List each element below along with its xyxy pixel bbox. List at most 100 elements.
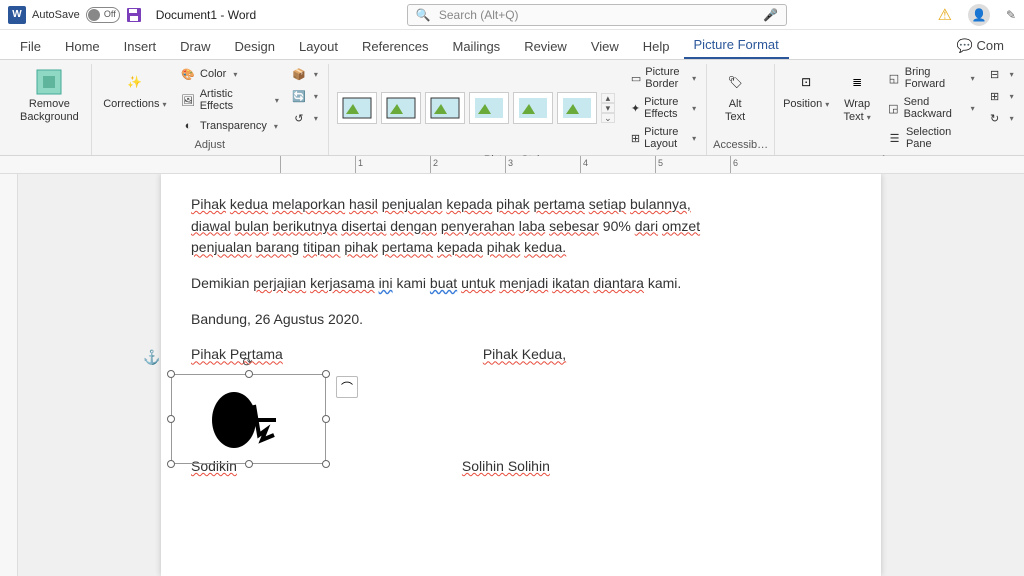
- tab-draw[interactable]: Draw: [170, 34, 220, 59]
- resize-handle[interactable]: [322, 415, 330, 423]
- change-picture-button[interactable]: 🔄: [287, 86, 322, 106]
- tab-mailings[interactable]: Mailings: [443, 34, 511, 59]
- wrap-text-button[interactable]: ≣Wrap Text: [835, 64, 879, 127]
- color-button[interactable]: 🎨Color: [176, 64, 283, 84]
- group-accessibility: 🏷 Alt Text Accessib…: [707, 64, 775, 155]
- warning-icon[interactable]: ⚠: [938, 5, 952, 25]
- search-placeholder: Search (Alt+Q): [439, 8, 755, 22]
- transparency-button[interactable]: ◐Transparency: [176, 116, 283, 136]
- tab-help[interactable]: Help: [633, 34, 680, 59]
- border-icon: ▭: [631, 70, 641, 86]
- tab-references[interactable]: References: [352, 34, 438, 59]
- style-thumb-3[interactable]: [425, 92, 465, 124]
- document-title: Document1 - Word: [156, 8, 256, 22]
- autosave-label: AutoSave: [32, 9, 80, 21]
- signature-labels-row: Pihak Pertama Pihak Kedua,: [191, 344, 851, 366]
- date-line[interactable]: Bandung, 26 Agustus 2020.: [191, 309, 851, 331]
- layout-options-button[interactable]: ⌒: [336, 376, 358, 398]
- wrap-icon: ≣: [843, 68, 871, 96]
- document-page[interactable]: Pihak kedua melaporkan hasil penjualan k…: [161, 174, 881, 576]
- search-icon: 🔍: [416, 8, 431, 22]
- save-icon[interactable]: [126, 7, 142, 23]
- change-pic-icon: 🔄: [291, 88, 307, 104]
- rotate-button[interactable]: ↻: [983, 108, 1018, 128]
- rotate-icon: ↻: [987, 110, 1003, 126]
- send-backward-button[interactable]: ◲Send Backward: [883, 94, 979, 122]
- access-group-label: Accessib…: [713, 137, 768, 155]
- party-1-label[interactable]: Pihak Pertama: [191, 344, 283, 366]
- picture-effects-button[interactable]: ✦Picture Effects: [627, 94, 700, 122]
- backward-icon: ◲: [887, 100, 899, 116]
- selection-pane-button[interactable]: ☰Selection Pane: [883, 124, 979, 152]
- alt-text-button[interactable]: 🏷 Alt Text: [713, 64, 757, 127]
- tab-home[interactable]: Home: [55, 34, 110, 59]
- tab-layout[interactable]: Layout: [289, 34, 348, 59]
- ribbon-tabs: File Home Insert Draw Design Layout Refe…: [0, 30, 1024, 60]
- reset-pic-icon: ↺: [291, 110, 307, 126]
- tab-comments[interactable]: 💬 Com: [947, 33, 1014, 59]
- paragraph-2[interactable]: Demikian perjajian kerjasama ini kami bu…: [191, 273, 851, 295]
- resize-handle[interactable]: [322, 370, 330, 378]
- page-area[interactable]: Pihak kedua melaporkan hasil penjualan k…: [18, 174, 1024, 576]
- ruler-horizontal[interactable]: 1 2 3 4 5 6: [0, 156, 1024, 174]
- style-thumb-1[interactable]: [337, 92, 377, 124]
- tab-design[interactable]: Design: [225, 34, 285, 59]
- style-thumb-2[interactable]: [381, 92, 421, 124]
- ruler-vertical[interactable]: [0, 174, 18, 576]
- style-thumb-4[interactable]: [469, 92, 509, 124]
- tab-review[interactable]: Review: [514, 34, 577, 59]
- group-arrange: ⊡Position ≣Wrap Text ◱Bring Forward ◲Sen…: [775, 64, 1024, 155]
- picture-styles-gallery[interactable]: ▴▾⌄: [335, 90, 615, 126]
- reset-picture-button[interactable]: ↺: [287, 108, 322, 128]
- signature-image: [204, 385, 294, 455]
- name-2[interactable]: Solihin Solihin: [462, 456, 550, 478]
- corrections-button[interactable]: ✨ Corrections: [98, 64, 172, 115]
- picture-layout-button[interactable]: ⊞Picture Layout: [627, 124, 700, 152]
- rotate-handle[interactable]: ⟳: [243, 355, 253, 369]
- anchor-icon[interactable]: ⚓: [143, 349, 160, 366]
- tab-view[interactable]: View: [581, 34, 629, 59]
- word-icon: W: [8, 6, 26, 24]
- tab-insert[interactable]: Insert: [114, 34, 167, 59]
- bring-forward-button[interactable]: ◱Bring Forward: [883, 64, 979, 92]
- corrections-icon: ✨: [121, 68, 149, 96]
- titlebar-right: ⚠ 👤 ✎: [938, 4, 1016, 26]
- group-adjust: ✨ Corrections 🎨Color 🖼Artistic Effects ◐…: [92, 64, 329, 155]
- resize-handle[interactable]: [245, 370, 253, 378]
- picture-border-button[interactable]: ▭Picture Border: [627, 64, 700, 92]
- autosave-toggle[interactable]: Off: [86, 7, 120, 23]
- style-thumb-5[interactable]: [513, 92, 553, 124]
- ribbon: Remove Background ✨ Corrections 🎨Color 🖼…: [0, 60, 1024, 156]
- align-button[interactable]: ⊟: [983, 64, 1018, 84]
- group-icon: ⊞: [987, 88, 1003, 104]
- resize-handle[interactable]: [167, 460, 175, 468]
- resize-handle[interactable]: [167, 370, 175, 378]
- artistic-effects-button[interactable]: 🖼Artistic Effects: [176, 86, 283, 114]
- alt-text-icon: 🏷: [721, 68, 749, 96]
- selection-icon: ☰: [887, 130, 902, 146]
- user-avatar[interactable]: 👤: [968, 4, 990, 26]
- group-button[interactable]: ⊞: [983, 86, 1018, 106]
- tab-file[interactable]: File: [10, 34, 51, 59]
- piclayout-icon: ⊞: [631, 130, 640, 146]
- remove-background-button[interactable]: Remove Background: [14, 64, 85, 127]
- artistic-icon: 🖼: [180, 92, 196, 108]
- resize-handle[interactable]: [167, 415, 175, 423]
- workspace: Pihak kedua melaporkan hasil penjualan k…: [0, 174, 1024, 576]
- pen-icon[interactable]: ✎: [1006, 8, 1016, 22]
- selected-image[interactable]: ⟳: [171, 374, 326, 464]
- styles-more[interactable]: ▴▾⌄: [601, 90, 615, 126]
- resize-handle[interactable]: [322, 460, 330, 468]
- align-icon: ⊟: [987, 66, 1003, 82]
- color-icon: 🎨: [180, 66, 196, 82]
- tab-picture-format[interactable]: Picture Format: [684, 32, 789, 59]
- style-thumb-6[interactable]: [557, 92, 597, 124]
- resize-handle[interactable]: [245, 460, 253, 468]
- position-button[interactable]: ⊡Position: [781, 64, 831, 115]
- title-bar: W AutoSave Off Document1 - Word 🔍 Search…: [0, 0, 1024, 30]
- paragraph-1[interactable]: Pihak kedua melaporkan hasil penjualan k…: [191, 194, 851, 259]
- party-2-label[interactable]: Pihak Kedua,: [483, 344, 566, 366]
- compress-button[interactable]: 📦: [287, 64, 322, 84]
- search-box[interactable]: 🔍 Search (Alt+Q) 🎤: [407, 4, 787, 26]
- mic-icon[interactable]: 🎤: [763, 8, 778, 22]
